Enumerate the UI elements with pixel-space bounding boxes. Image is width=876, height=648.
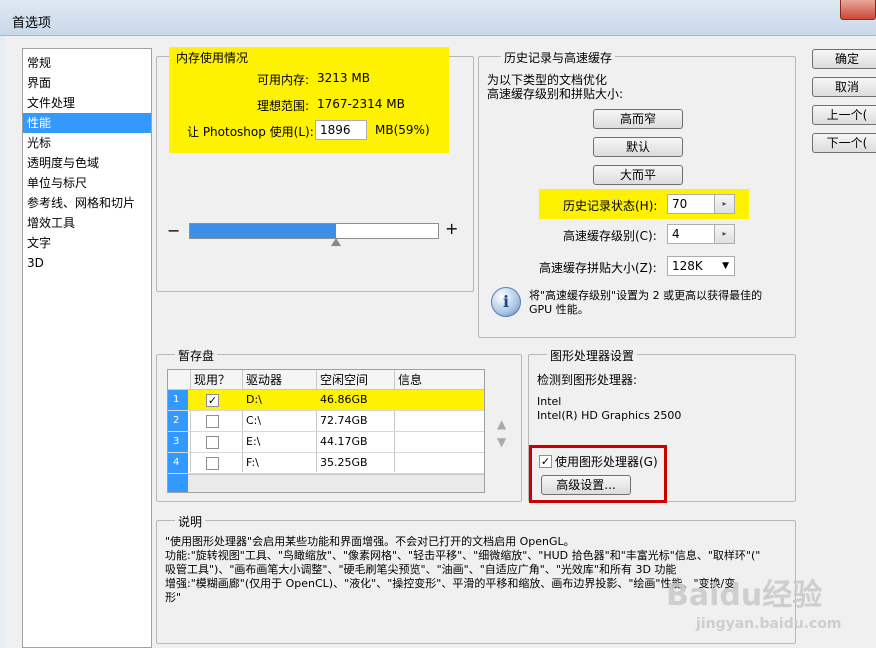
tall-thin-button[interactable]: 高而窄 (593, 109, 683, 129)
tile-size-value: 128K (672, 259, 703, 273)
row-number-strip (168, 474, 188, 492)
scratch-header-cell: 空闲空间 (320, 373, 369, 387)
scratch-header-cell: 信息 (398, 373, 423, 387)
history-group-title: 历史记录与高速缓存 (501, 49, 616, 66)
row-number: 2 (168, 411, 188, 431)
row-number: 3 (168, 432, 188, 452)
use-gpu-label: 使用图形处理器(G) (555, 455, 658, 469)
nav-item[interactable]: 单位与标尺 (23, 173, 151, 193)
memory-use-input[interactable]: 1896 (315, 120, 367, 140)
memory-slider[interactable] (189, 223, 439, 246)
memory-slider-thumb[interactable] (331, 238, 342, 246)
scratch-active-checkbox[interactable]: ✓ (206, 394, 219, 407)
history-cache-group: 历史记录与高速缓存 为以下类型的文档优化 高速缓存级别和拼贴大小: 高而窄 默认… (478, 49, 796, 338)
slider-plus-icon[interactable]: + (445, 219, 458, 238)
let-photoshop-use-label: 让 Photoshop 使用(L): (187, 125, 314, 139)
info-icon: i (491, 287, 521, 317)
history-states-value: 70 (672, 197, 688, 211)
big-flat-button[interactable]: 大而平 (593, 165, 683, 185)
prev-button[interactable]: 上一个( (812, 105, 876, 125)
history-states-spin-icon[interactable]: ▸ (714, 195, 734, 213)
table-row[interactable]: 3 E:\ 44.17GB (168, 432, 484, 453)
info-text-line2: GPU 性能。 (529, 303, 589, 316)
table-row[interactable]: 4 F:\ 35.25GB (168, 453, 484, 474)
tile-size-select[interactable]: 128K ▼ (667, 256, 735, 276)
ideal-range-value: 1767-2314 MB (317, 97, 405, 111)
move-down-icon[interactable]: ▼ (497, 435, 506, 449)
use-gpu-checkbox[interactable]: ✓ (539, 455, 552, 468)
scratch-disks-group: 暂存盘 现用？ 驱动器 空闲空间 信息 1 ✓ D:\ 46.86GB 2 C:\ 72.74GB 3… (156, 347, 522, 502)
move-up-icon[interactable]: ▲ (497, 417, 506, 431)
free-space-cell: 72.74GB (320, 414, 368, 427)
free-space-cell: 44.17GB (320, 435, 368, 448)
close-button[interactable] (840, 0, 876, 20)
advanced-settings-button[interactable]: 高级设置... (541, 475, 631, 495)
chevron-down-icon: ▼ (722, 261, 729, 271)
history-states-label: 历史记录状态(H): (563, 199, 658, 213)
nav-item[interactable]: 3D (23, 253, 151, 273)
nav-item[interactable]: 常规 (23, 53, 151, 73)
row-number: 4 (168, 453, 188, 473)
watermark-brand: Baidu经验 (666, 578, 823, 613)
window-title: 首选项 (12, 16, 52, 31)
scratch-header-cell: 驱动器 (246, 373, 283, 387)
available-memory-label: 可用内存: (257, 73, 310, 87)
ideal-range-label: 理想范围: (257, 99, 310, 113)
description-group-title: 说明 (175, 513, 206, 530)
memory-group-title: 内存使用情况 (176, 51, 249, 65)
table-row[interactable]: 2 C:\ 72.74GB (168, 411, 484, 432)
scratch-group-title: 暂存盘 (175, 347, 218, 364)
gpu-vendor: Intel (537, 395, 562, 408)
nav-item[interactable]: 文字 (23, 233, 151, 253)
nav-item[interactable]: 透明度与色域 (23, 153, 151, 173)
cache-levels-value: 4 (672, 227, 680, 241)
gpu-model: Intel(R) HD Graphics 2500 (537, 409, 682, 422)
gpu-settings-group: 图形处理器设置 检测到图形处理器: Intel Intel(R) HD Grap… (528, 347, 796, 503)
drive-cell: E:\ (246, 435, 261, 448)
scratch-disk-table: 现用？ 驱动器 空闲空间 信息 1 ✓ D:\ 46.86GB 2 C:\ 72.74GB 3 E:\ 4… (167, 369, 485, 493)
title-bar: 首选项 (0, 0, 876, 36)
optimize-desc-line2: 高速缓存级别和拼贴大小: (487, 87, 624, 101)
cache-levels-input[interactable]: 4 ▸ (667, 224, 735, 244)
nav-item[interactable]: 界面 (23, 73, 151, 93)
drive-cell: C:\ (246, 414, 262, 427)
next-button[interactable]: 下一个( (812, 133, 876, 153)
default-button[interactable]: 默认 (593, 137, 683, 157)
free-space-cell: 35.25GB (320, 456, 368, 469)
memory-group: 内存使用情况 可用内存: 3213 MB 理想范围: 1767-2314 MB … (156, 47, 474, 292)
drive-cell: F:\ (246, 456, 259, 469)
nav-item[interactable]: 性能 (23, 113, 151, 133)
memory-use-unit: MB(59%) (375, 123, 430, 137)
description-line5: 形" (165, 591, 182, 604)
scratch-header-cell: 现用？ (194, 373, 231, 387)
nav-item[interactable]: 增效工具 (23, 213, 151, 233)
history-states-input[interactable]: 70 ▸ (667, 194, 735, 214)
category-list: 常规 界面 文件处理 性能 光标 透明度与色域 单位与标尺 参考线、网格和切片 增效工具 文字 3D (22, 48, 152, 648)
cache-levels-label: 高速缓存级别(C): (563, 229, 657, 243)
row-number: 1 (168, 390, 188, 410)
available-memory-value: 3213 MB (317, 71, 370, 85)
memory-slider-fill (190, 224, 337, 238)
scratch-active-checkbox[interactable] (206, 457, 219, 470)
free-space-cell: 46.86GB (320, 393, 368, 406)
scratch-active-checkbox[interactable] (206, 415, 219, 428)
nav-item[interactable]: 文件处理 (23, 93, 151, 113)
tile-size-label: 高速缓存拼贴大小(Z): (539, 261, 657, 275)
drive-cell: D:\ (246, 393, 262, 406)
horizontal-scrollbar[interactable] (188, 474, 484, 492)
gpu-detected-label: 检测到图形处理器: (537, 373, 638, 387)
table-row[interactable]: 1 ✓ D:\ 46.86GB (168, 390, 484, 411)
ok-button[interactable]: 确定 (812, 49, 876, 69)
nav-item[interactable]: 光标 (23, 133, 151, 153)
dialog-client: 常规 界面 文件处理 性能 光标 透明度与色域 单位与标尺 参考线、网格和切片 增效工具 文字 3D… (6, 36, 876, 648)
cancel-button[interactable]: 取消 (812, 77, 876, 97)
gpu-group-title: 图形处理器设置 (547, 347, 638, 364)
scratch-active-checkbox[interactable] (206, 436, 219, 449)
slider-minus-icon[interactable]: − (167, 221, 180, 240)
watermark-site: jingyan.baidu.com (696, 616, 842, 632)
nav-item[interactable]: 参考线、网格和切片 (23, 193, 151, 213)
description-line4: 增强:"模糊画廊"(仅用于 OpenCL)、"液化"、"操控变形"、平滑的平移和… (165, 577, 736, 590)
cache-levels-spin-icon[interactable]: ▸ (714, 225, 734, 243)
